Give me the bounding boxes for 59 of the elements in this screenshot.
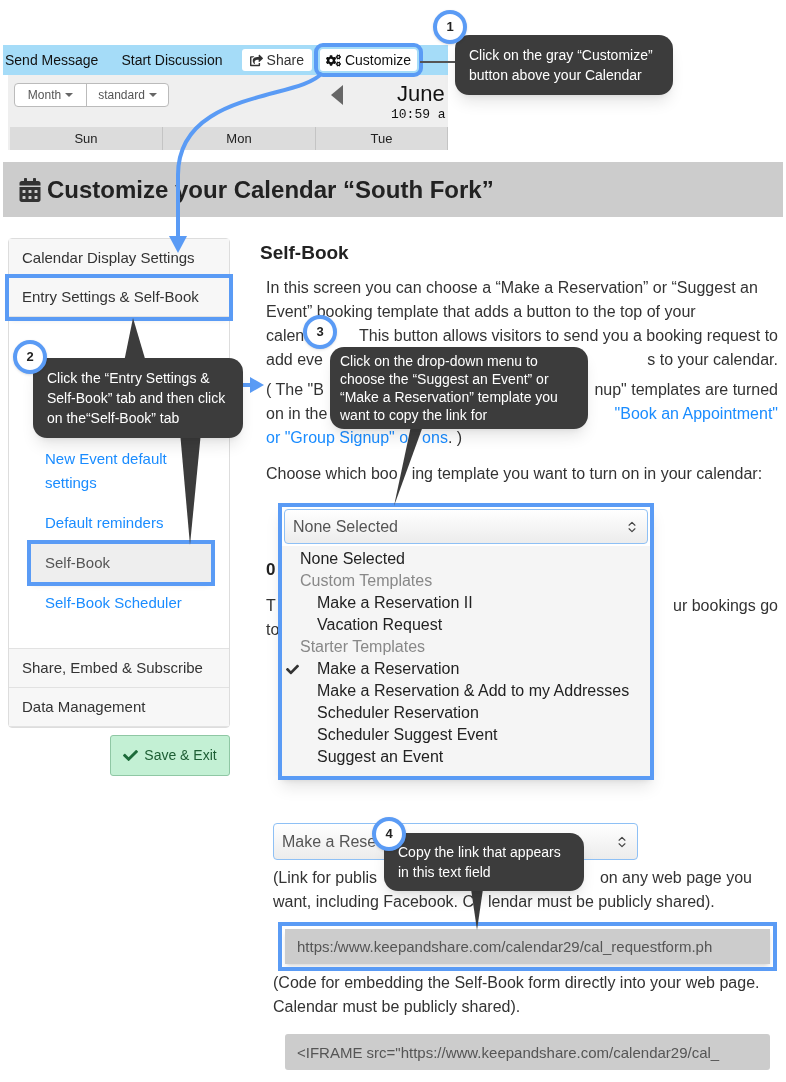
dropdown-option[interactable]: Make a Reservation & Add to my Addresses xyxy=(282,680,650,702)
text-fragment: . ) xyxy=(447,428,463,448)
text-fragment: T xyxy=(266,596,276,616)
text-fragment: nup" templates are turned xyxy=(594,380,778,400)
toolbar-link[interactable]: Start Discussion xyxy=(121,49,223,71)
share-icon xyxy=(249,53,263,67)
connector-arrow xyxy=(243,377,264,393)
share-button[interactable]: Share xyxy=(241,49,312,71)
previous-arrow-icon[interactable] xyxy=(331,85,343,105)
view-dropdown-button[interactable]: Month xyxy=(15,84,87,106)
template-select[interactable]: None Selected xyxy=(284,509,648,544)
toolbar-link[interactable]: Send Message xyxy=(5,49,99,71)
view-dropdown-button[interactable]: standard xyxy=(87,84,168,106)
text-fragment: on any web page you xyxy=(599,868,752,888)
save-exit-button[interactable]: Save & Exit xyxy=(110,735,230,776)
callout-bubble: Click on the gray “Customize” button above your Calendar xyxy=(455,35,673,95)
leader-line xyxy=(419,61,457,63)
option-group-label: Custom Templates xyxy=(299,571,434,591)
text-fragment: add eve xyxy=(266,350,323,370)
day-header: Mon xyxy=(163,127,316,150)
text-fragment: on in the xyxy=(266,404,328,424)
option-group-label: Starter Templates xyxy=(299,637,427,657)
text-fragment: ( The "B xyxy=(266,380,324,400)
section-heading: 0 xyxy=(266,559,276,581)
embed-code-field[interactable]: <IFRAME src="https://www.keepandshare.com/calendar29/cal_ xyxy=(285,1034,770,1070)
caret-icon xyxy=(65,93,74,97)
dropdown-option[interactable]: Make a Reservation xyxy=(282,658,650,680)
text-fragment: Choose which boo xyxy=(266,464,398,484)
time-label: 10:59 a xyxy=(391,107,446,123)
dropdown-option[interactable]: Vacation Request xyxy=(282,614,650,636)
text-fragment: ing template you want to turn on in your calendar: xyxy=(411,464,763,484)
calendar-icon xyxy=(19,177,41,202)
month-label: June xyxy=(397,81,446,107)
day-header: Tue xyxy=(316,127,448,150)
text-fragment: (Link for publis xyxy=(273,868,378,888)
text-fragment: s to your calendar. xyxy=(647,350,778,370)
dropdown-option[interactable]: Suggest an Event xyxy=(282,746,650,768)
gears-icon xyxy=(325,52,341,68)
text-fragment: lendar must be publicly shared). xyxy=(488,892,715,912)
check-icon xyxy=(123,748,139,763)
dropdown-option[interactable]: Scheduler Suggest Event xyxy=(282,724,650,746)
dropdown-option[interactable]: None Selected xyxy=(282,548,650,570)
dropdown-option[interactable]: Scheduler Reservation xyxy=(282,702,650,724)
caret-icon xyxy=(148,93,157,97)
text-fragment: want, including Facebook. C xyxy=(273,892,474,912)
day-header: Sun xyxy=(10,127,163,150)
step-number-badge: 1 xyxy=(433,10,467,44)
embed-caption: (Code for embedding the Self-Book form directly into your web page. Calendar must be publicly shared). xyxy=(273,973,761,1017)
menu-item[interactable]: Data Management xyxy=(9,688,229,727)
callout-bubble: Click the “Entry Settings & Self-Book” tab and then click on the“Self-Book” tab xyxy=(33,358,243,438)
callout-bubble: Click on the drop-down menu to choose the “Suggest an Event” or “Make a Reservation” template you want to copy the link for xyxy=(330,347,588,429)
section-heading: Self-Book xyxy=(260,241,350,265)
text-fragment: calen xyxy=(266,326,305,346)
dropdown-option[interactable]: Make a Reservation II xyxy=(282,592,650,614)
check-icon xyxy=(286,663,299,676)
menu-item[interactable]: Share, Embed & Subscribe xyxy=(9,649,229,688)
text-fragment: ur bookings go xyxy=(673,596,778,616)
text-fragment: This button allows visitors to send you a booking request to xyxy=(359,326,778,346)
text-fragment: In this screen you can choose a “Make a Reservation” or “Suggest an xyxy=(266,278,758,298)
